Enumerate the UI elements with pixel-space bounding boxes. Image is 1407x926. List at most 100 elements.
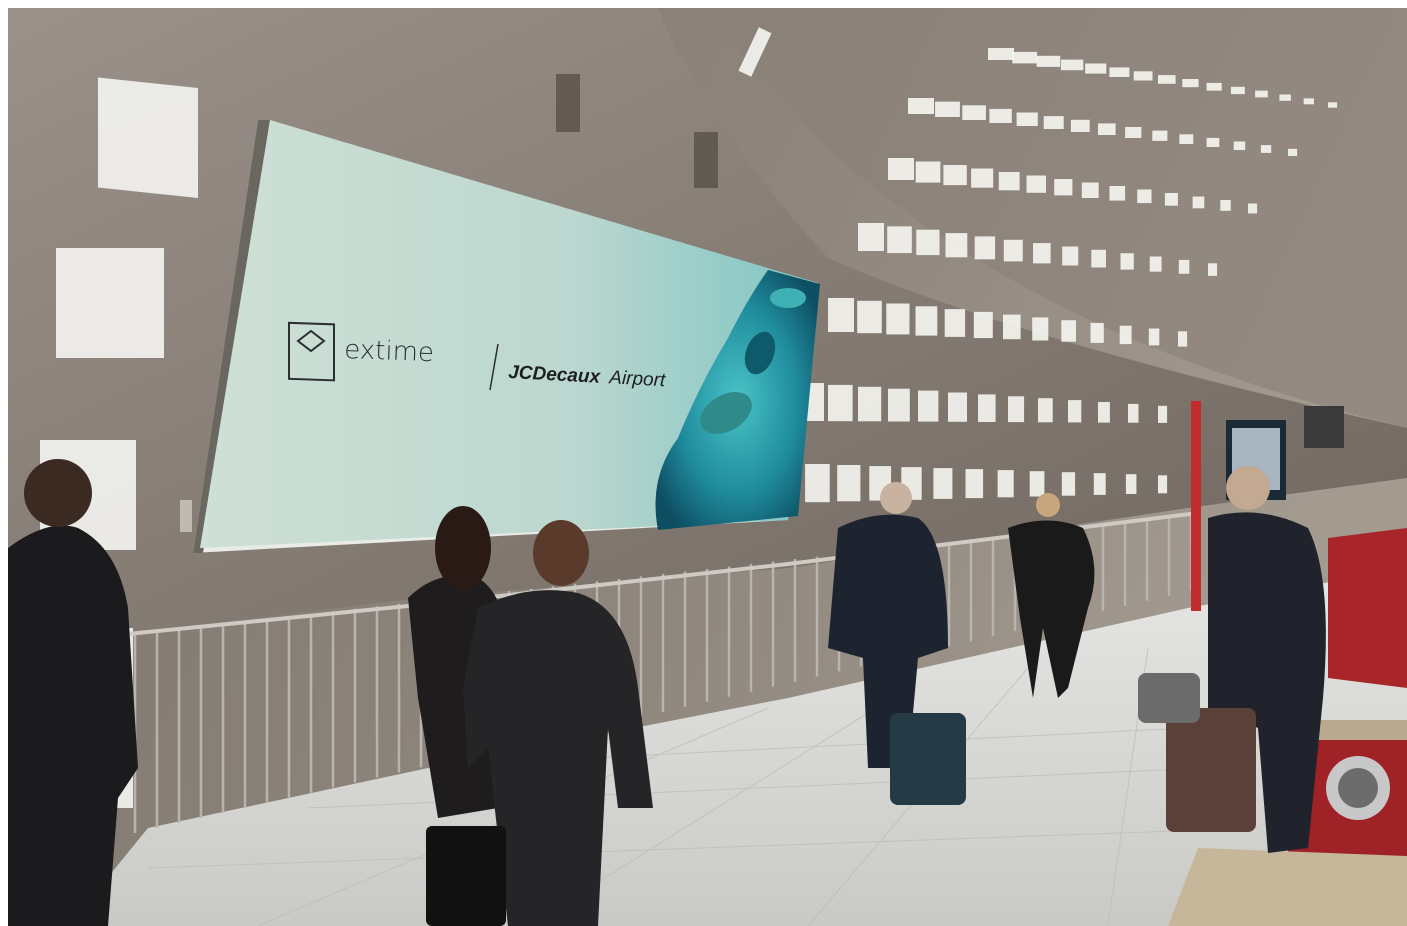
vault-window	[1068, 400, 1082, 423]
vault-window	[1128, 403, 1139, 423]
vault-window	[1029, 471, 1045, 497]
vault-window	[1098, 123, 1116, 135]
vault-window	[1206, 82, 1222, 91]
vault-window	[1060, 59, 1084, 71]
vault-window	[1085, 63, 1107, 74]
vault-window	[858, 223, 884, 251]
airport-scene: extime JCDecaux Airport	[8, 8, 1407, 926]
vault-window	[1182, 79, 1199, 88]
vault-window	[1192, 196, 1205, 209]
vault-window	[1036, 55, 1061, 67]
vault-window	[1158, 405, 1168, 423]
vault-window	[1178, 331, 1188, 347]
vault-window	[858, 386, 882, 422]
vault-window	[916, 229, 940, 256]
vault-window	[915, 161, 941, 183]
vault-window	[973, 311, 993, 339]
vault-window	[1208, 263, 1218, 276]
vault-window	[1178, 259, 1190, 274]
grey-bag	[1138, 673, 1200, 723]
vault-window	[1062, 246, 1079, 266]
vault-window	[1206, 137, 1220, 147]
vault-window	[1119, 325, 1132, 345]
vault-window	[965, 469, 984, 499]
vault-window	[997, 470, 1014, 498]
vault-window	[974, 236, 996, 260]
vault-window	[1070, 119, 1090, 132]
vault-window	[837, 465, 861, 502]
vault-window	[1016, 112, 1038, 126]
vault-window	[1260, 145, 1272, 153]
vault-window	[1054, 179, 1073, 196]
vault-window	[888, 158, 914, 180]
vault-window	[944, 309, 966, 337]
vault-window	[1328, 102, 1338, 108]
vault-window	[1008, 396, 1025, 423]
vault-window	[988, 48, 1014, 60]
vault-window	[935, 101, 960, 117]
vault-window	[1038, 398, 1053, 423]
vault-window	[1230, 86, 1245, 95]
vault-window	[943, 165, 967, 186]
vault-window	[998, 172, 1020, 191]
vault-window	[1081, 182, 1099, 198]
vault-window	[915, 306, 938, 336]
vault-window	[1149, 256, 1162, 272]
vault-window	[887, 226, 912, 254]
vault-window	[886, 303, 910, 335]
vault-window	[1098, 402, 1110, 423]
vault-window	[888, 388, 910, 422]
vault-window	[1090, 322, 1104, 343]
vault-window	[1032, 317, 1049, 341]
vault-window	[857, 300, 882, 334]
vault-window	[1026, 175, 1046, 193]
red-pillar	[1191, 401, 1201, 611]
vault-window	[1279, 94, 1291, 101]
vault-window	[1255, 90, 1268, 98]
rolling-suitcase	[890, 713, 966, 805]
vault-window	[948, 392, 967, 422]
vault-window	[828, 298, 854, 332]
vault-window	[805, 464, 830, 503]
vault-window	[989, 108, 1012, 123]
vault-window	[1137, 189, 1152, 204]
vault-window	[1179, 134, 1194, 144]
vault-window	[933, 468, 953, 499]
vault-window	[1164, 193, 1178, 206]
vault-window	[1109, 67, 1130, 77]
vault-window	[1003, 314, 1021, 340]
vault-window	[918, 390, 939, 422]
vault-window	[908, 98, 934, 114]
vault-window	[1125, 127, 1142, 138]
vault-window	[1091, 249, 1106, 268]
vault-window	[1043, 116, 1064, 129]
vault-window	[1033, 243, 1051, 264]
vault-window	[1158, 75, 1176, 84]
vault-window	[1248, 203, 1258, 214]
billboard-bracket	[180, 500, 192, 532]
vault-window	[978, 394, 996, 422]
flight-info-board	[1304, 406, 1344, 448]
vault-window	[1061, 320, 1076, 342]
vault-window	[1003, 239, 1023, 262]
extime-wordmark: extime	[344, 335, 435, 368]
vault-window	[1061, 472, 1076, 496]
vault-window	[828, 384, 853, 422]
vault-window	[971, 168, 994, 188]
vault-window	[1133, 71, 1153, 81]
vault-window	[1233, 141, 1246, 150]
vault-window	[1148, 328, 1160, 346]
vault-window	[1109, 186, 1126, 201]
vault-window	[1158, 475, 1168, 494]
vault-window	[1303, 98, 1314, 105]
vault-window	[945, 233, 968, 258]
vault-window	[1012, 51, 1038, 64]
vault-window	[1220, 200, 1231, 211]
vault-window	[1125, 474, 1137, 494]
vault-window	[1120, 253, 1134, 270]
vault-window	[1152, 130, 1168, 141]
vault-window	[1288, 148, 1298, 156]
brown-suitcase	[1166, 708, 1256, 832]
vault-window	[962, 105, 986, 120]
vault-window	[1093, 473, 1106, 495]
